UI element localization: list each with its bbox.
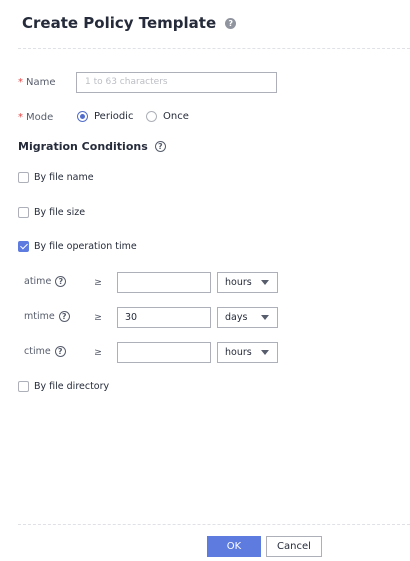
atime-unit-value: hours [225,277,252,288]
mode-label: * Mode [18,112,53,123]
radio-once-label: Once [163,111,189,122]
mtime-unit-value: days [225,312,248,323]
condition-by-file-size[interactable]: By file size [18,207,85,218]
ctime-unit-select[interactable]: hours [217,342,278,363]
mtime-unit-select[interactable]: days [217,307,278,328]
radio-periodic-control[interactable] [77,111,88,122]
radio-once[interactable]: Once [146,111,189,122]
header-divider [18,48,410,49]
condition-by-file-name[interactable]: By file name [18,172,94,183]
ctime-unit-value: hours [225,347,252,358]
required-mark: * [18,112,23,123]
mtime-label: mtime ? [24,311,70,322]
ctime-input[interactable] [117,342,211,363]
dialog-header: Create Policy Template ? [22,14,237,32]
atime-input[interactable] [117,272,211,293]
condition-label: By file directory [34,381,110,392]
ctime-label-text: ctime [24,346,51,357]
checkbox-by-file-operation-time[interactable] [18,241,29,252]
mode-label-text: Mode [26,112,54,123]
help-icon[interactable]: ? [55,276,67,287]
checkbox-by-file-name[interactable] [18,172,29,183]
radio-periodic-label: Periodic [94,111,134,122]
help-icon[interactable]: ? [154,141,166,152]
cancel-button[interactable]: Cancel [266,536,322,557]
name-input[interactable]: 1 to 63 characters [76,72,277,93]
radio-periodic[interactable]: Periodic [77,111,133,122]
condition-by-file-directory[interactable]: By file directory [18,381,109,392]
name-label: * Name [18,77,56,88]
condition-label: By file operation time [34,241,137,252]
required-mark: * [18,77,23,88]
caret-down-icon [261,315,269,320]
atime-label: atime ? [24,276,67,287]
help-icon[interactable]: ? [225,17,237,29]
gte-operator: ≥ [94,347,102,358]
checkbox-by-file-size[interactable] [18,207,29,218]
name-label-text: Name [26,77,56,88]
dialog-title: Create Policy Template [22,14,217,32]
footer-divider [18,524,410,525]
migration-conditions-heading: Migration Conditions ? [18,140,166,153]
gte-operator: ≥ [94,312,102,323]
help-icon[interactable]: ? [54,346,66,357]
caret-down-icon [261,280,269,285]
gte-operator: ≥ [94,277,102,288]
caret-down-icon [261,350,269,355]
atime-unit-select[interactable]: hours [217,272,278,293]
atime-label-text: atime [24,276,52,287]
ok-button[interactable]: OK [207,536,261,557]
radio-once-control[interactable] [146,111,157,122]
condition-label: By file size [34,207,86,218]
condition-by-file-operation-time[interactable]: By file operation time [18,241,137,252]
mtime-label-text: mtime [24,311,55,322]
ctime-label: ctime ? [24,346,66,357]
migration-conditions-title: Migration Conditions [18,140,148,153]
condition-label: By file name [34,172,94,183]
checkbox-by-file-directory[interactable] [18,381,29,392]
help-icon[interactable]: ? [58,311,70,322]
mtime-input[interactable]: 30 [117,307,211,328]
